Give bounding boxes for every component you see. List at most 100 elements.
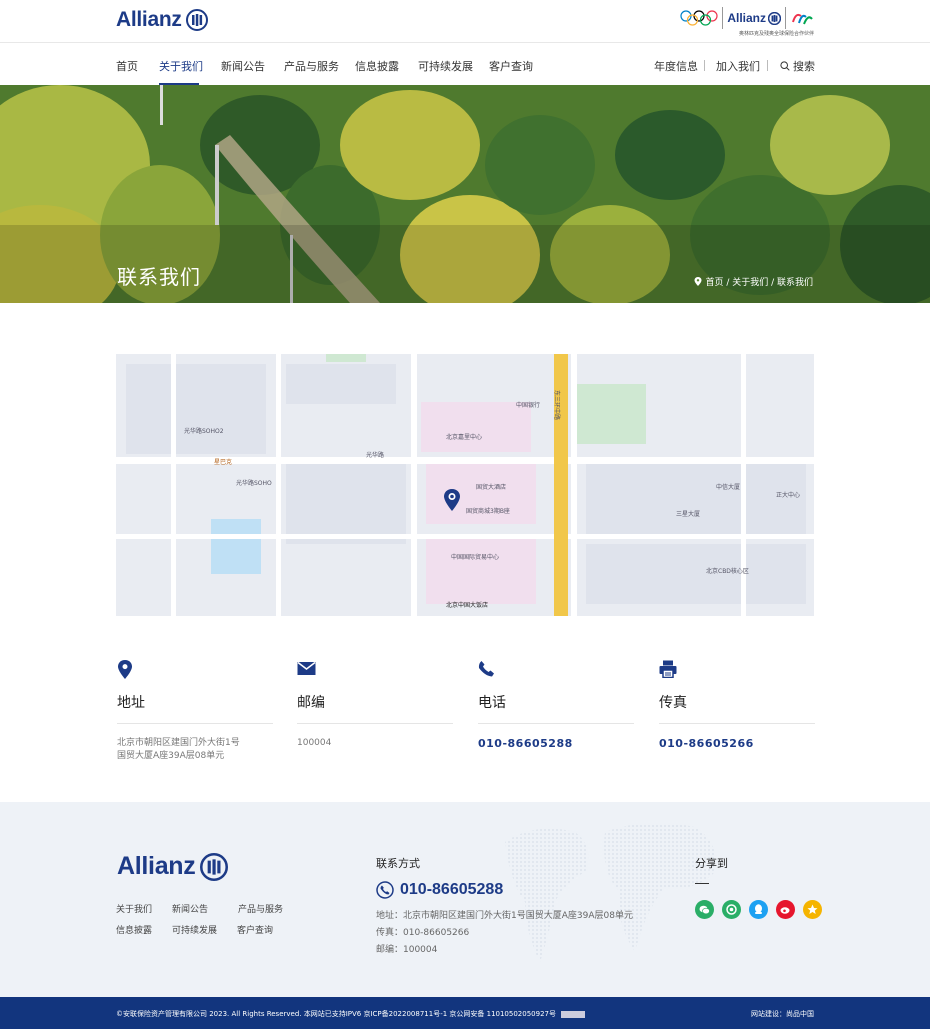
map-block — [576, 384, 646, 444]
contact-card-fax: 传真 010-86605266 — [659, 660, 815, 750]
contact-card-phone: 电话 010-86605288 — [478, 660, 634, 750]
map-label: 正大中心 — [776, 492, 801, 499]
allianz-logo[interactable]: Allianz — [116, 8, 208, 32]
olympic-partner-logo: Allianz 奥林匹克及残奥全球保险合作伙伴 — [680, 7, 814, 37]
map-label: 三星大厦 — [676, 511, 701, 518]
map-block — [126, 364, 266, 454]
divider — [704, 60, 705, 71]
footer-link-disclosure[interactable]: 信息披露 — [116, 923, 152, 936]
map-block — [586, 544, 806, 604]
nav-item-disclosure[interactable]: 信息披露 — [355, 58, 399, 74]
footer-link-news[interactable]: 新闻公告 — [172, 902, 208, 915]
nav-annual-info[interactable]: 年度信息 — [654, 58, 698, 74]
partner-tagline: 奥林匹克及残奥全球保险合作伙伴 — [738, 31, 814, 37]
phone-value[interactable]: 010-86605288 — [478, 737, 634, 750]
moments-icon[interactable] — [722, 900, 741, 919]
map-block — [426, 534, 536, 604]
map-label: 中国国际贸易中心 — [451, 554, 500, 561]
nav-item-about[interactable]: 关于我们 — [159, 58, 203, 74]
fax-value: 010-86605266 — [659, 737, 754, 750]
nav-item-home[interactable]: 首页 — [116, 58, 138, 74]
footer-link-sustainability[interactable]: 可持续发展 — [172, 923, 217, 936]
address-line-1: 北京市朝阳区建国门外大街1号 — [117, 738, 240, 748]
contact-card-address: 地址 北京市朝阳区建国门外大街1号 国贸大厦A座39A层08单元 — [117, 660, 273, 763]
map-road — [171, 354, 176, 616]
paralympic-agitos-icon — [792, 13, 813, 25]
divider — [785, 7, 786, 29]
search-label: 搜索 — [793, 60, 815, 73]
footer-info: 地址：北京市朝阳区建国门外大街1号国贸大厦A座39A层08单元 传真：010-8… — [376, 908, 633, 959]
divider — [659, 723, 815, 724]
divider — [722, 7, 724, 29]
site-builder[interactable]: 网站建设：尚品中国 — [751, 1009, 814, 1019]
main-nav: 首页 关于我们 新闻公告 产品与服务 信息披露 可持续发展 客户查询 年度信息 … — [0, 44, 930, 85]
nav-join-us[interactable]: 加入我们 — [716, 58, 760, 74]
map-label: 中国银行 — [516, 402, 541, 409]
divider — [767, 60, 768, 71]
share-section: 分享到 — [695, 855, 822, 919]
phone-icon — [478, 660, 634, 680]
nav-item-news[interactable]: 新闻公告 — [221, 58, 265, 74]
postcode-value: 100004 — [297, 738, 332, 748]
map-label: 中信大厦 — [716, 484, 741, 491]
partner-allianz-text: Allianz — [727, 11, 766, 25]
logo-text: Allianz — [116, 8, 182, 31]
map-block — [586, 464, 806, 534]
hero-banner: 联系我们 首页 / 关于我们 / 联系我们 — [0, 85, 930, 303]
page-title: 联系我们 — [117, 265, 201, 289]
location-map[interactable]: 光华路 光华路SOHO 北京嘉里中心 国贸大酒店 中国银行 东三环中路 光华路S… — [116, 354, 814, 616]
contact-card-postcode: 邮编 100004 — [297, 660, 453, 750]
divider — [297, 723, 453, 724]
contact-heading: 联系方式 — [376, 857, 420, 870]
olympic-rings-icon — [680, 10, 718, 26]
map-road — [411, 354, 417, 616]
address-value: 北京市朝阳区建国门外大街1号 国贸大厦A座39A层08单元 — [117, 737, 273, 763]
footer-link-products[interactable]: 产品与服务 — [238, 902, 283, 915]
footer-fax: 传真：010-86605266 — [376, 928, 470, 938]
footer-phone[interactable]: 010-86605288 — [376, 881, 633, 899]
copyright: ©安联保险资产管理有限公司 2023. All Rights Reserved.… — [116, 1009, 586, 1019]
map-block — [326, 354, 366, 362]
bottom-bar: ©安联保险资产管理有限公司 2023. All Rights Reserved.… — [0, 997, 930, 1029]
divider — [478, 723, 634, 724]
search-button[interactable]: 搜索 — [780, 58, 815, 74]
divider — [695, 883, 709, 884]
allianz-eagle-small-icon — [768, 11, 781, 25]
cnnic-badge-icon[interactable] — [561, 1010, 586, 1018]
map-label: 国贸商城3期B座 — [466, 508, 510, 515]
qq-icon[interactable] — [749, 900, 768, 919]
map-pin-icon[interactable] — [443, 489, 461, 511]
map-label: 北京中国大饭店 — [446, 602, 489, 609]
share-icons — [695, 900, 822, 919]
map-label: 光华路SOHO — [236, 480, 272, 487]
footer-address: 地址：北京市朝阳区建国门外大街1号国贸大厦A座39A层08单元 — [376, 911, 633, 921]
map-label: 光华路SOHO2 — [184, 428, 224, 435]
allianz-eagle-icon — [185, 9, 208, 31]
top-bar: Allianz Allianz 奥林匹克及残奥全球保险合作伙伴 — [0, 0, 930, 43]
card-title: 传真 — [659, 695, 687, 711]
card-title: 地址 — [117, 695, 145, 711]
footer-allianz-logo[interactable]: Allianz — [117, 852, 229, 881]
nav-item-customer-query[interactable]: 客户查询 — [489, 58, 533, 74]
breadcrumb-text[interactable]: 首页 / 关于我们 / 联系我们 — [705, 275, 813, 288]
location-icon — [694, 277, 702, 286]
search-icon — [780, 61, 790, 71]
map-label: 光华路 — [366, 452, 385, 459]
nav-item-products[interactable]: 产品与服务 — [284, 58, 339, 74]
mail-icon — [297, 660, 453, 680]
wechat-icon[interactable] — [695, 900, 714, 919]
nav-item-sustainability[interactable]: 可持续发展 — [418, 58, 473, 74]
map-block — [286, 464, 406, 544]
favorite-icon[interactable] — [803, 900, 822, 919]
copyright-text[interactable]: ©安联保险资产管理有限公司 2023. All Rights Reserved.… — [116, 1010, 556, 1018]
map-road — [276, 354, 281, 616]
map-label: 东三环中路 — [553, 390, 560, 421]
footer-phone-number: 010-86605288 — [400, 881, 504, 898]
weibo-icon[interactable] — [776, 900, 795, 919]
footer-link-about[interactable]: 关于我们 — [116, 902, 152, 915]
footer-logo-text: Allianz — [117, 852, 196, 880]
footer-postcode: 邮编：100004 — [376, 945, 438, 955]
card-title: 邮编 — [297, 695, 325, 711]
breadcrumb: 首页 / 关于我们 / 联系我们 — [694, 275, 813, 288]
footer-link-customer-query[interactable]: 客户查询 — [237, 923, 273, 936]
